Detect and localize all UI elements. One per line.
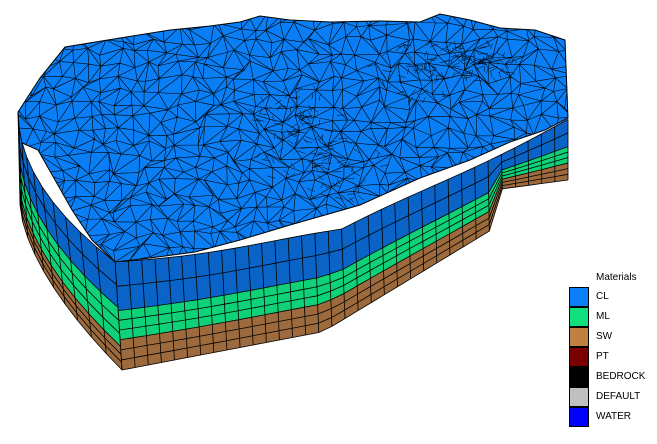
legend-swatch-sw [569,327,589,347]
legend-title: Materials [596,272,637,283]
legend-label-cl: CL [596,291,609,302]
legend-swatch-water [569,407,589,427]
legend-entry-ml: ML [566,307,656,327]
legend-swatch-pt [569,347,589,367]
legend-entry-sw: SW [566,327,656,347]
mesh-3d-view [17,13,569,371]
legend-entry-default: DEFAULT [566,387,656,407]
legend-swatch-default [569,387,589,407]
legend-label-water: WATER [596,411,631,422]
legend-label-sw: SW [596,331,613,342]
legend-entry-water: WATER [566,407,656,427]
legend-entry-cl: CL [566,287,656,307]
legend-label-default: DEFAULT [596,391,641,402]
legend-swatch-bedrock [569,367,589,387]
legend-label-pt: PT [596,351,609,362]
legend-swatch-ml [569,307,589,327]
legend-swatch-cl [569,287,589,307]
legend-entry-pt: PT [566,347,656,367]
legend-label-bedrock: BEDROCK [596,371,646,382]
legend-entry-bedrock: BEDROCK [566,367,656,387]
legend-label-ml: ML [596,311,610,322]
